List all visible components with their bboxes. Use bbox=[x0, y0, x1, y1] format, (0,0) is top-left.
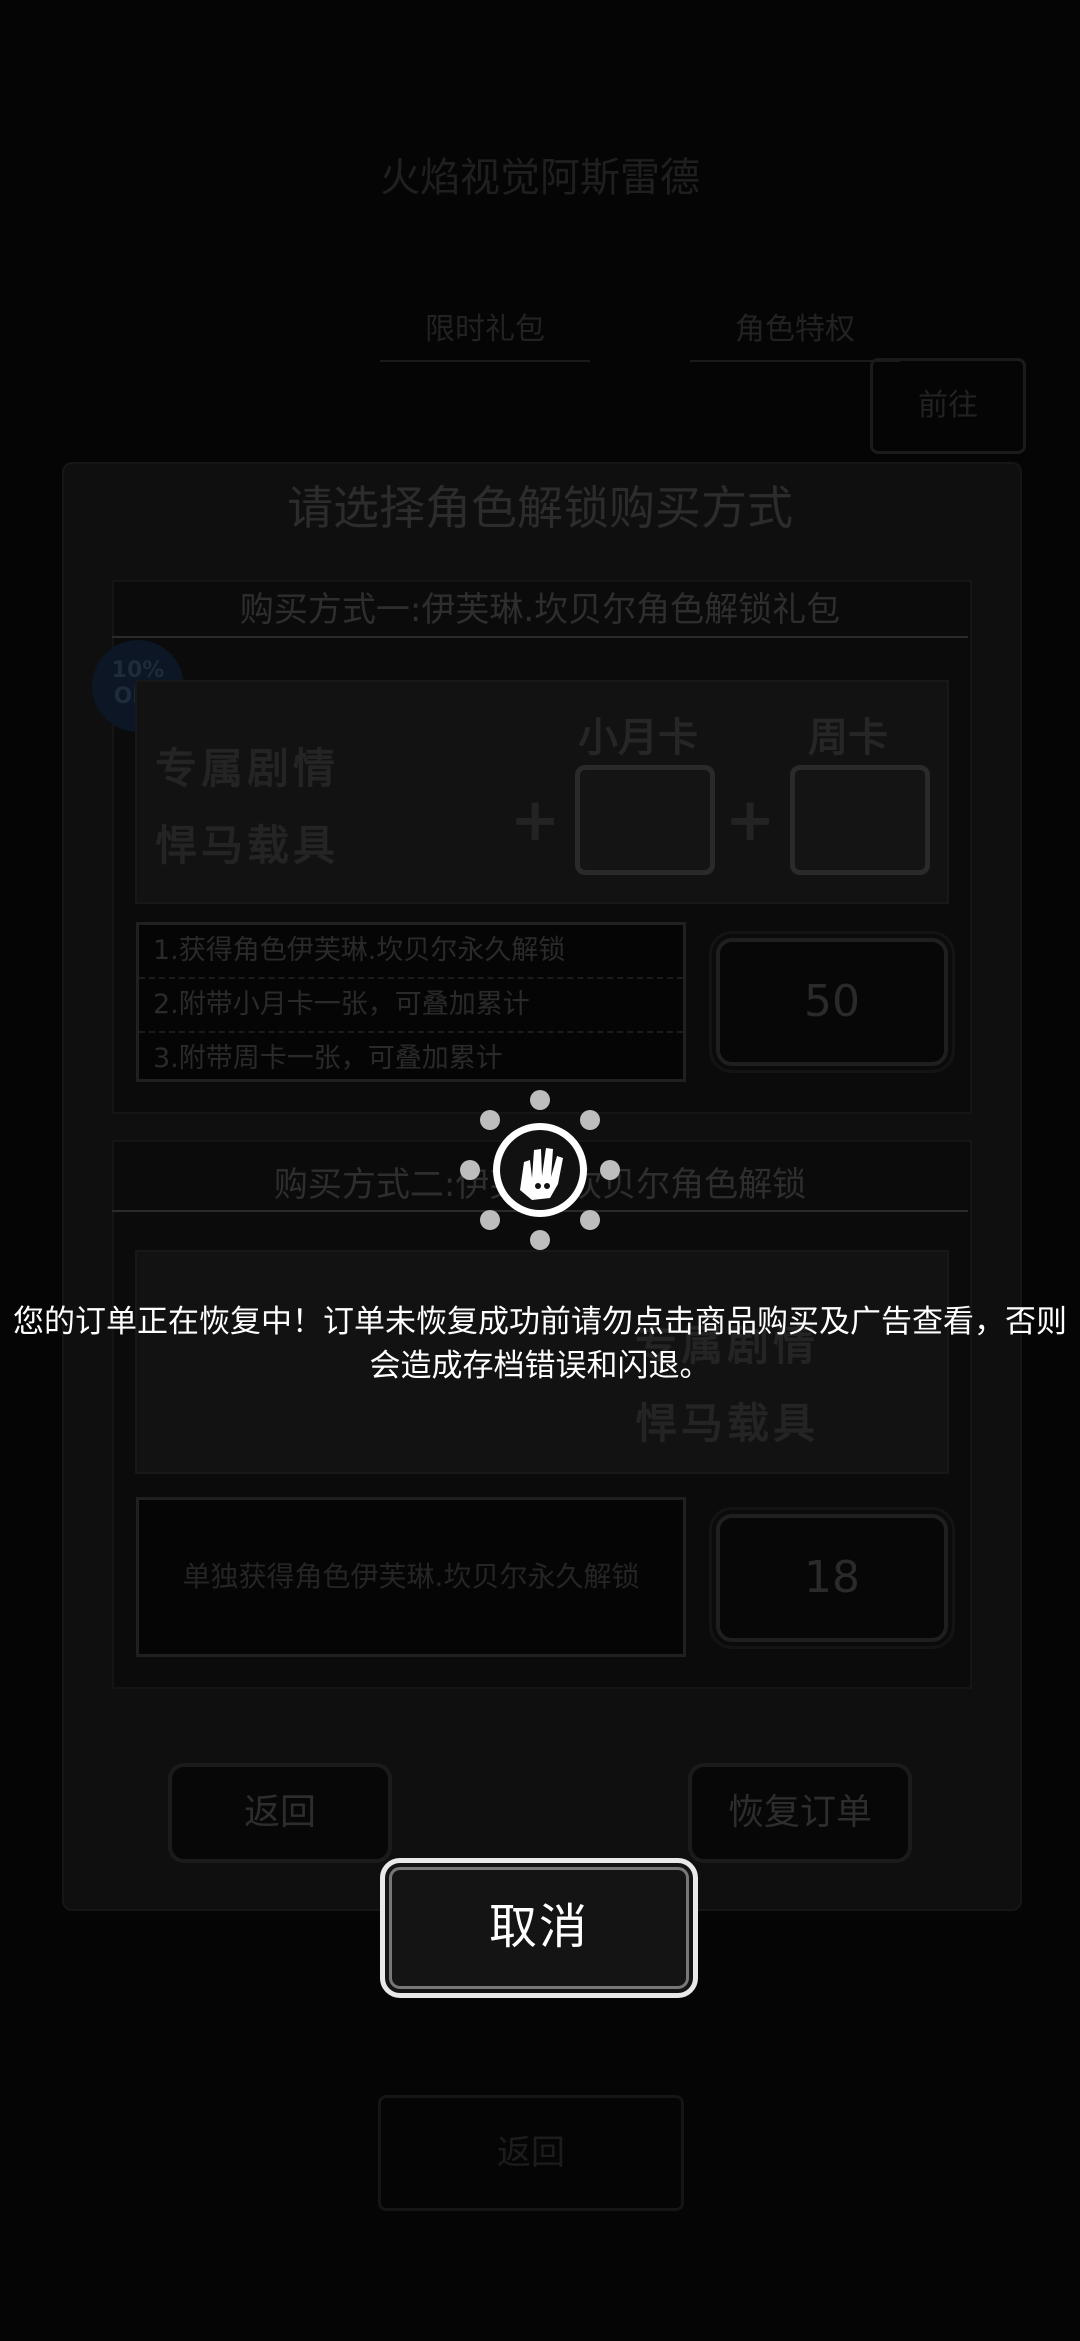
option1-description: 1.获得角色伊芙琳.坎贝尔永久解锁 2.附带小月卡一张，可叠加累计 3.附带周卡… bbox=[136, 922, 686, 1082]
background-footer-button: 返回 bbox=[378, 2095, 684, 2211]
option1-price-button[interactable]: 50 bbox=[709, 931, 955, 1073]
background-header-title: 火焰视觉阿斯雷德 bbox=[380, 155, 700, 201]
option1-banner-line1: 专属剧情 bbox=[155, 744, 340, 793]
card1-label: 小月卡 bbox=[578, 715, 698, 761]
background-tab-2: 角色特权 bbox=[690, 300, 900, 362]
restore-order-button[interactable]: 恢复订单 bbox=[688, 1763, 912, 1863]
month-card-icon bbox=[575, 765, 715, 875]
option1-description-line: 3.附带周卡一张，可叠加累计 bbox=[153, 1043, 503, 1074]
option2-banner-line2: 悍马载具 bbox=[635, 1399, 820, 1448]
spinner-dot bbox=[530, 1090, 550, 1110]
week-card-icon bbox=[790, 765, 930, 875]
cancel-button[interactable]: 取消 bbox=[380, 1858, 698, 1998]
spinner-dot bbox=[530, 1230, 550, 1250]
option2-description-box: 单独获得角色伊芙琳.坎贝尔永久解锁 bbox=[136, 1497, 686, 1657]
option2-price-button[interactable]: 18 bbox=[709, 1507, 955, 1649]
hand-logo-icon bbox=[493, 1123, 587, 1217]
back-button[interactable]: 返回 bbox=[168, 1763, 392, 1863]
restore-warning-message: 您的订单正在恢复中！订单未恢复成功前请勿点击商品购买及广告查看，否则会造成存档错… bbox=[0, 1300, 1080, 1388]
plus-icon: + bbox=[510, 785, 561, 855]
option1-description-line: 1.获得角色伊芙琳.坎贝尔永久解锁 bbox=[139, 925, 683, 979]
restore-warning-text: 您的订单正在恢复中！订单未恢复成功前请勿点击商品购买及广告查看，否则会造成存档错… bbox=[13, 1304, 1067, 1384]
background-tab-1: 限时礼包 bbox=[380, 300, 590, 362]
option1-description-line: 2.附带小月卡一张，可叠加累计 bbox=[139, 979, 683, 1033]
option2-description: 单独获得角色伊芙琳.坎贝尔永久解锁 bbox=[182, 1560, 640, 1593]
spinner-dot bbox=[460, 1160, 480, 1180]
option1-title: 购买方式一:伊芙琳.坎贝尔角色解锁礼包 bbox=[239, 590, 841, 630]
purchase-dialog-title: 请选择角色解锁购买方式 bbox=[287, 481, 793, 535]
option1-divider bbox=[112, 636, 968, 638]
card2-label: 周卡 bbox=[808, 715, 888, 761]
option1-banner-line2: 悍马载具 bbox=[155, 821, 340, 870]
background-corner-button: 前往 bbox=[870, 358, 1026, 454]
plus-icon: + bbox=[725, 785, 776, 855]
spinner-dot bbox=[600, 1160, 620, 1180]
